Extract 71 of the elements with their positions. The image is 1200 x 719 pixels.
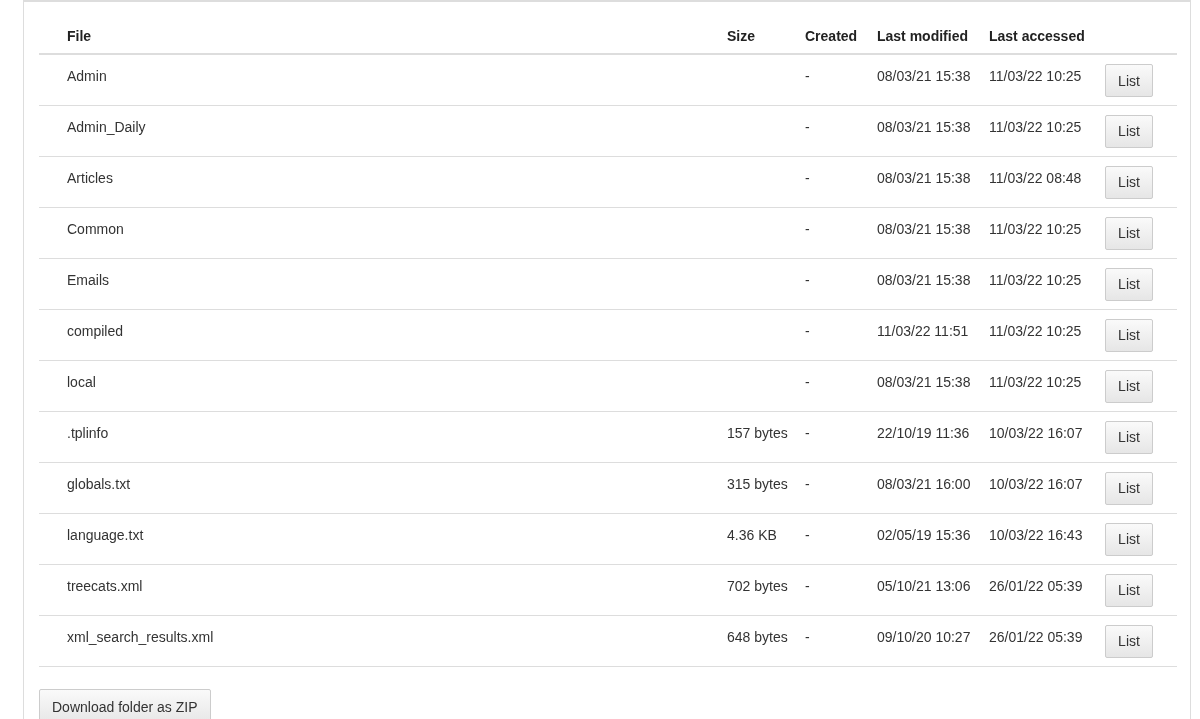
list-button[interactable]: List [1105, 573, 1153, 607]
file-name: .tplinfo [67, 424, 109, 441]
file-name: Emails [67, 271, 109, 288]
file-name: Admin [67, 68, 107, 84]
table-cell: 4.36 KB [727, 526, 777, 543]
file-name: Common [67, 220, 124, 237]
table-cell: 05/10/21 13:06 [877, 577, 971, 594]
table-cell: 26/01/22 05:39 [989, 628, 1083, 645]
table-cell: 08/03/21 16:00 [877, 475, 971, 492]
table-cell: - [805, 475, 810, 492]
table-cell: 11/03/22 10:25 [989, 373, 1082, 390]
file-name: Admin_Daily [67, 118, 146, 135]
list-button[interactable]: List [1105, 471, 1153, 505]
table-cell: 11/03/22 11:51 [877, 322, 969, 339]
file-name: xml_search_results.xml [67, 628, 214, 645]
table-cell: 11/03/22 08:48 [989, 169, 1082, 186]
table-cell: - [805, 322, 810, 339]
table-cell: 648 bytes [727, 628, 788, 645]
table-cell: 08/03/21 15:38 [877, 220, 971, 237]
table-cell: - [805, 526, 810, 543]
table-cell: - [805, 628, 810, 645]
table-cell: 11/03/22 10:25 [989, 322, 1082, 339]
table-cell: 10/03/22 16:07 [989, 475, 1083, 492]
list-button[interactable]: List [1105, 64, 1153, 97]
list-button[interactable]: List [1105, 216, 1153, 250]
table-cell: 02/05/19 15:36 [877, 526, 971, 543]
list-button[interactable]: List [1105, 369, 1153, 403]
file-name: Articles [67, 169, 113, 186]
table-cell: 08/03/21 15:38 [877, 271, 971, 288]
table-cell: 157 bytes [727, 424, 788, 441]
table-cell: 11/03/22 10:25 [989, 68, 1082, 84]
table-cell: 10/03/22 16:07 [989, 424, 1083, 441]
file-name: globals.txt [67, 475, 131, 492]
table-cell: 08/03/21 15:38 [877, 373, 971, 390]
table-cell: - [805, 271, 810, 288]
table-cell: - [805, 220, 810, 237]
list-button[interactable]: List [1105, 420, 1153, 454]
file-name: language.txt [67, 526, 144, 543]
file-name: treecats.xml [67, 577, 143, 594]
list-button[interactable]: List [1105, 522, 1153, 556]
table-cell: 11/03/22 10:25 [989, 118, 1082, 135]
list-button[interactable]: List [1105, 624, 1153, 658]
table-cell: 315 bytes [727, 475, 788, 492]
table-cell: 702 bytes [727, 577, 788, 594]
table-cell: 08/03/21 15:38 [877, 169, 971, 186]
table-cell: 09/10/20 10:27 [877, 628, 971, 645]
table-cell: 26/01/22 05:39 [989, 577, 1083, 594]
table-cell: - [805, 577, 810, 594]
column-header: Size [719, 18, 797, 54]
column-header: Last accessed [981, 18, 1097, 54]
column-header: Last modified [869, 18, 981, 54]
table-cell: 08/03/21 15:38 [877, 118, 971, 135]
table-cell: - [805, 118, 810, 135]
table-cell: - [805, 169, 810, 186]
table-cell: 08/03/21 15:38 [877, 68, 971, 84]
file-name: compiled [67, 322, 124, 339]
table-cell: 10/03/22 16:43 [989, 526, 1083, 543]
table-cell: 11/03/22 10:25 [989, 271, 1082, 288]
list-button[interactable]: List [1105, 165, 1153, 199]
table-cell: 22/10/19 11:36 [877, 424, 970, 441]
column-header: Created [797, 18, 869, 54]
file-name: local [67, 373, 96, 390]
table-cell: - [805, 68, 810, 84]
column-header: File [39, 18, 719, 54]
list-button[interactable]: List [1105, 114, 1153, 148]
list-button[interactable]: List [1105, 318, 1153, 352]
list-button[interactable]: List [1105, 267, 1153, 301]
download-zip-button[interactable]: Download folder as ZIP [39, 688, 211, 719]
table-cell: 11/03/22 10:25 [989, 220, 1082, 237]
table-cell: - [805, 424, 810, 441]
table-cell: - [805, 373, 810, 390]
